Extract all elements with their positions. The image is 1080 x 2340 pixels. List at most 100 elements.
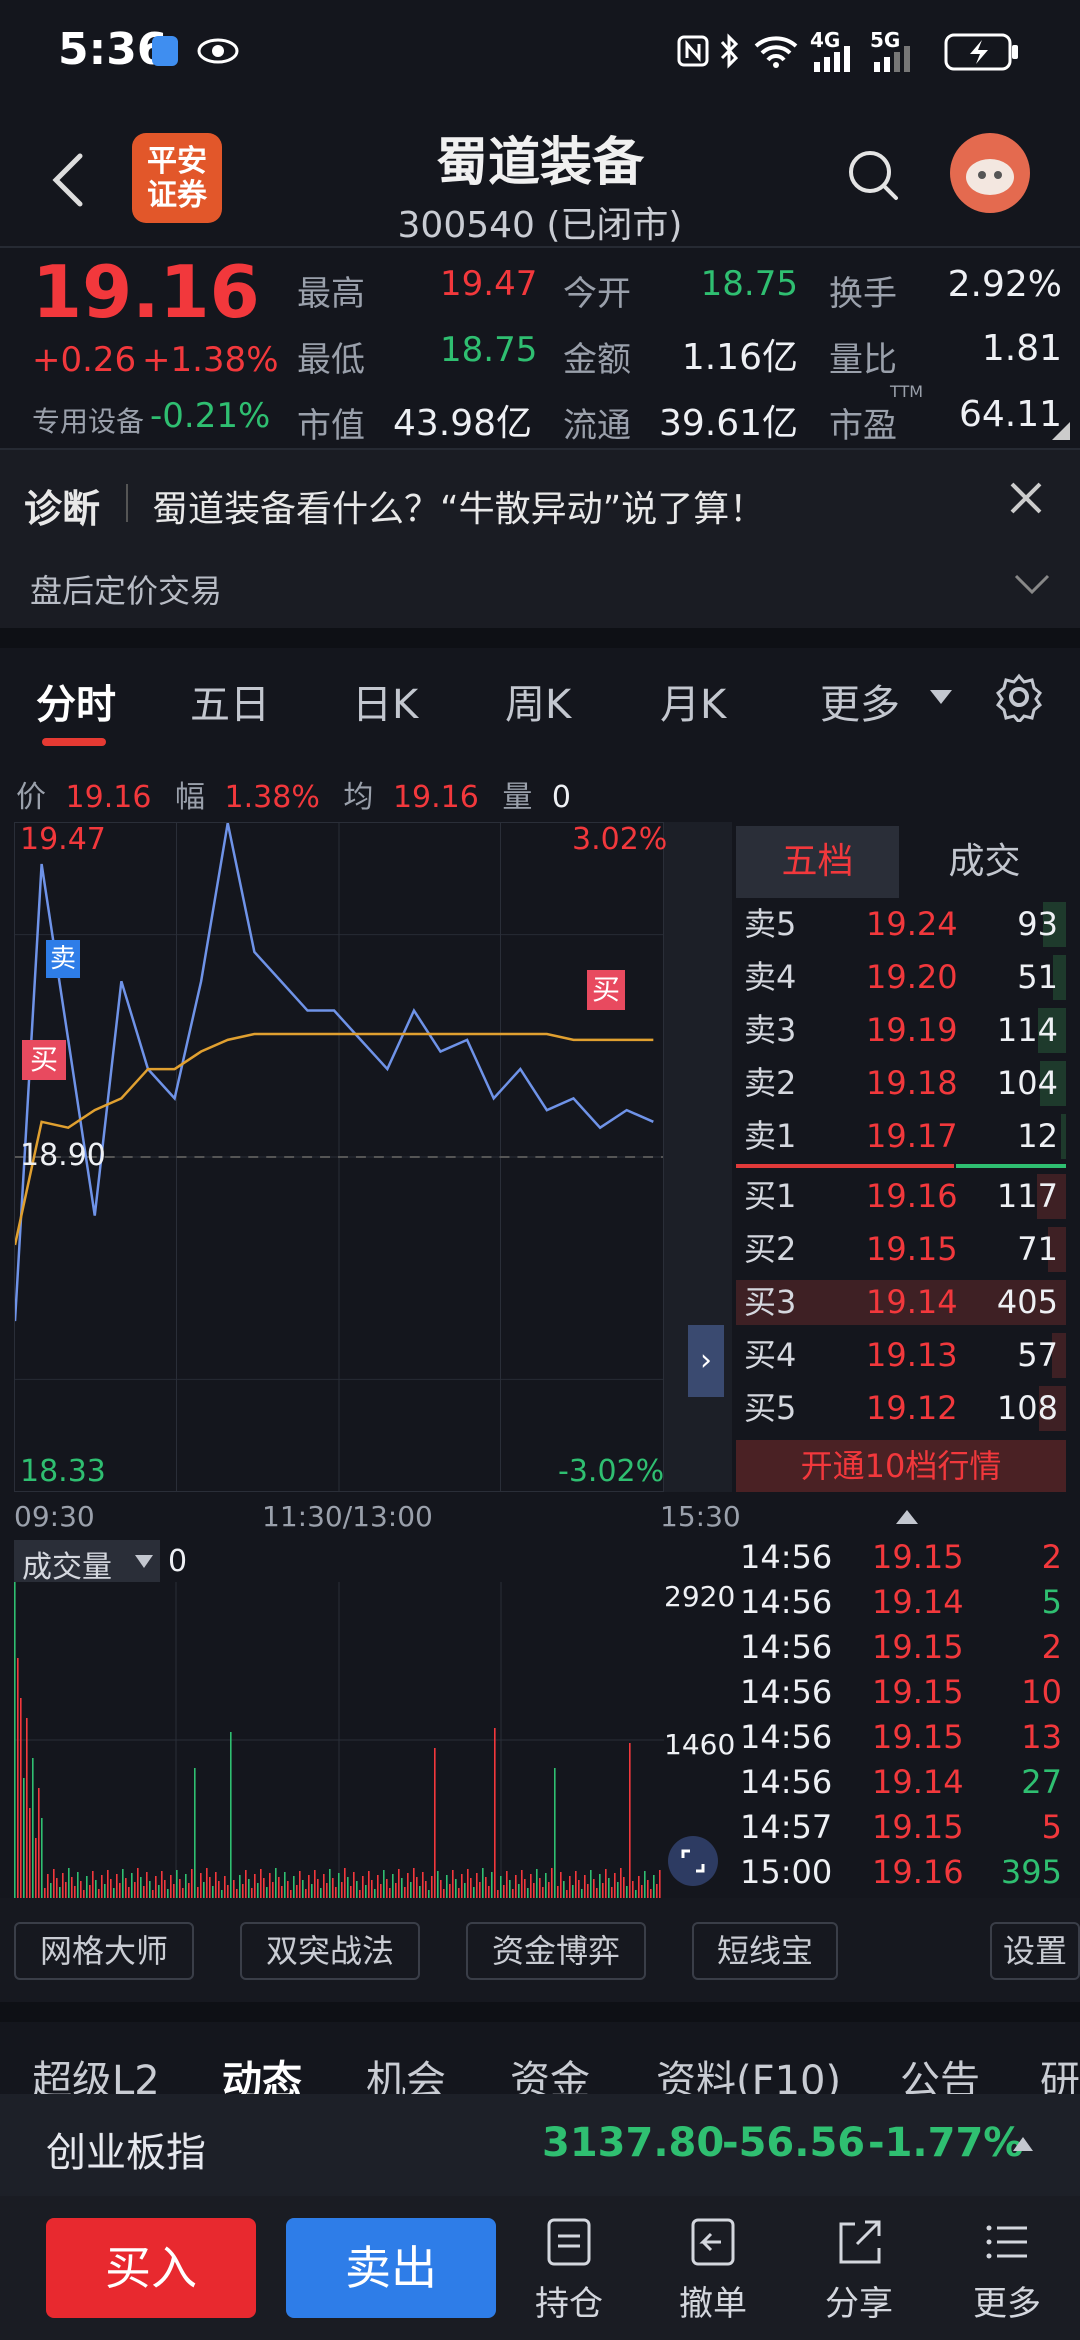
volume-chart[interactable]: [14, 1582, 664, 1898]
volume-bar: [245, 1870, 247, 1898]
orderbook-level-label: 卖5: [744, 905, 797, 943]
volume-bar: [476, 1873, 478, 1898]
tick-time: 15:00: [740, 1853, 833, 1891]
volume-bar: [296, 1885, 298, 1898]
buy-marker[interactable]: 买: [22, 1040, 66, 1080]
volume-bar: [491, 1872, 493, 1898]
tab-monthly-k[interactable]: 月K: [660, 672, 726, 730]
diagnosis-tag: 诊断: [24, 487, 101, 531]
caret-up-icon[interactable]: [1012, 2136, 1034, 2152]
bid-row[interactable]: 买3 19.14 405: [736, 1276, 1066, 1329]
caret-up-icon[interactable]: [894, 1508, 920, 1526]
volume-bar: [500, 1876, 502, 1898]
open-level10-button[interactable]: 开通10档行情: [736, 1440, 1066, 1492]
chevron-down-icon[interactable]: [1014, 572, 1050, 596]
bid-row[interactable]: 买5 19.12 108: [736, 1382, 1066, 1435]
bid-row[interactable]: 买1 19.16 117: [736, 1170, 1066, 1223]
index-bar[interactable]: 创业板指 3137.80 -56.56 -1.77%: [0, 2094, 1080, 2196]
volume-value: 0: [168, 1544, 188, 1579]
volume-bar: [248, 1879, 250, 1898]
volume-bar: [215, 1872, 217, 1898]
value-high: 19.47: [440, 264, 538, 304]
volume-bar: [644, 1871, 646, 1898]
volume-bar: [68, 1868, 70, 1898]
tool-grid-master[interactable]: 网格大师: [14, 1922, 194, 1980]
volume-bar: [65, 1882, 67, 1898]
volume-bar: [596, 1888, 598, 1898]
bid-row[interactable]: 买4 19.13 57: [736, 1329, 1066, 1382]
time-end: 15:30: [660, 1500, 741, 1533]
fullscreen-icon[interactable]: [668, 1836, 718, 1886]
index-change: -56.56: [722, 2120, 866, 2166]
volume-selector[interactable]: 成交量: [14, 1540, 160, 1585]
tool-short-term[interactable]: 短线宝: [692, 1922, 838, 1980]
tab-weekly-k[interactable]: 周K: [505, 672, 571, 730]
volume-bar: [212, 1886, 214, 1898]
after-hours-trading: 盘后定价交易: [30, 572, 223, 610]
share-button[interactable]: 分享: [804, 2216, 914, 2325]
tick-time: 14:56: [740, 1673, 833, 1711]
volume-bar: [26, 1718, 28, 1898]
stock-code-status: 300540 (已闭市): [397, 205, 683, 246]
tab-daily-k[interactable]: 日K: [352, 672, 418, 730]
diagnosis-banner[interactable]: 诊断 蜀道装备看什么？“牛散异动”说了算！ 盘后定价交易: [0, 450, 1080, 628]
gear-icon[interactable]: [994, 672, 1044, 722]
cancel-order-button[interactable]: 撤单: [658, 2216, 768, 2325]
tool-capital-game[interactable]: 资金博弈: [466, 1922, 646, 1980]
chevron-right-icon[interactable]: ›: [688, 1325, 724, 1397]
tab-5day[interactable]: 五日: [190, 672, 270, 730]
more-button[interactable]: 更多: [952, 2216, 1062, 2325]
chart-top-pct: 3.02%: [572, 822, 668, 857]
intraday-price-chart[interactable]: [14, 822, 664, 1492]
value-low: 18.75: [440, 330, 538, 370]
tick-volume: 2: [1041, 1538, 1062, 1576]
tool-double-breakout[interactable]: 双突战法: [240, 1922, 420, 1980]
volume-bar: [95, 1880, 97, 1898]
sell-button[interactable]: 卖出: [286, 2218, 496, 2318]
volume-bar: [332, 1878, 334, 1898]
volume-bar: [185, 1874, 187, 1898]
volume-bar: [506, 1871, 508, 1898]
tab-more[interactable]: 更多: [820, 672, 900, 730]
volume-bar: [503, 1885, 505, 1898]
caret-down-icon[interactable]: [928, 688, 954, 708]
tab-intraday[interactable]: 分时: [36, 672, 116, 730]
ask-row[interactable]: 卖2 19.18 104: [736, 1057, 1066, 1110]
tab-level5[interactable]: 五档: [736, 826, 899, 898]
corner-triangle-icon[interactable]: [1052, 422, 1070, 440]
search-icon[interactable]: [846, 148, 902, 204]
buy-marker-2[interactable]: 买: [587, 970, 625, 1010]
buy-button[interactable]: 买入: [46, 2218, 256, 2318]
more-label: 更多: [973, 2284, 1041, 2324]
ask-row[interactable]: 卖1 19.17 12: [736, 1110, 1066, 1163]
volume-bar: [521, 1870, 523, 1898]
ask-row[interactable]: 卖4 19.20 51: [736, 951, 1066, 1004]
volume-bar: [71, 1877, 73, 1898]
orderbook-level-label: 卖1: [744, 1117, 797, 1155]
value-mktcap: 43.98亿: [392, 403, 532, 444]
volume-bar: [242, 1884, 244, 1898]
info-vol: 0: [551, 780, 572, 815]
tool-settings[interactable]: 设置: [990, 1922, 1080, 1980]
volume-bar: [347, 1877, 349, 1898]
volume-bar: [371, 1880, 373, 1898]
sell-marker[interactable]: 卖: [46, 940, 80, 978]
ask-row[interactable]: 卖3 19.19 114: [736, 1004, 1066, 1057]
holdings-button[interactable]: 持仓: [514, 2216, 624, 2325]
volume-bar: [314, 1870, 316, 1898]
volume-bar: [563, 1881, 565, 1898]
time-start: 09:30: [14, 1500, 95, 1533]
bid-row[interactable]: 买2 19.15 71: [736, 1223, 1066, 1276]
close-icon[interactable]: [1008, 480, 1044, 516]
orderbook-volume: 117: [996, 1177, 1058, 1215]
volume-bar: [530, 1874, 532, 1898]
orderbook-volume: 57: [1017, 1336, 1058, 1374]
share-label: 分享: [825, 2284, 893, 2324]
volume-bar: [200, 1873, 202, 1898]
avatar[interactable]: [950, 133, 1030, 213]
sector-label[interactable]: 专用设备: [32, 400, 144, 440]
volume-bar: [386, 1879, 388, 1898]
tab-trades[interactable]: 成交: [903, 826, 1066, 898]
volume-bar: [494, 1728, 496, 1898]
ask-row[interactable]: 卖5 19.24 93: [736, 898, 1066, 951]
